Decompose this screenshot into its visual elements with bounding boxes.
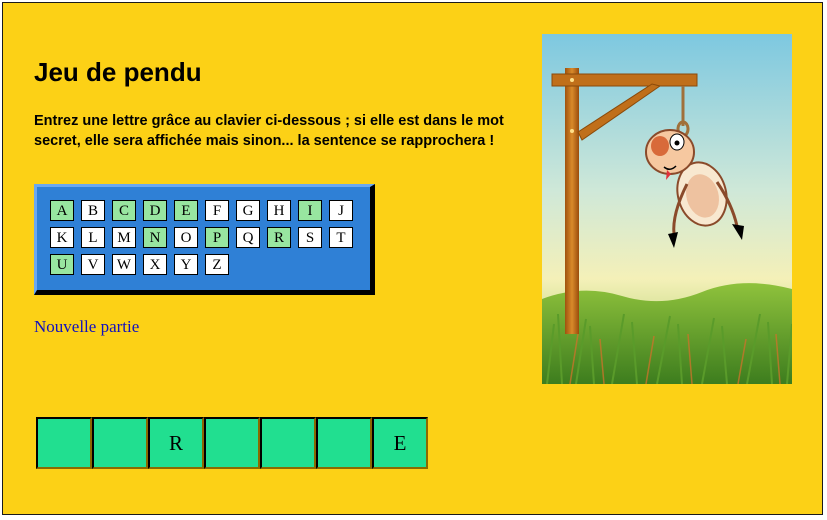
key-l[interactable]: L: [81, 227, 105, 248]
page-title: Jeu de pendu: [34, 57, 202, 87]
word-letter-slot: [316, 417, 372, 469]
gallows-scene-image: [542, 34, 792, 384]
word-letter-slot: [36, 417, 92, 469]
key-b[interactable]: B: [81, 200, 105, 221]
letter-keyboard: ABCDEFGHIJ KLMNOPQRST UVWXYZ: [34, 184, 375, 295]
key-e[interactable]: E: [174, 200, 198, 221]
key-h[interactable]: H: [267, 200, 291, 221]
key-g[interactable]: G: [236, 200, 260, 221]
key-z[interactable]: Z: [205, 254, 229, 275]
instructions-text: Entrez une lettre grâce au clavier ci-de…: [34, 113, 504, 149]
key-k[interactable]: K: [50, 227, 74, 248]
word-letter-slot: R: [148, 417, 204, 469]
key-c[interactable]: C: [112, 200, 136, 221]
key-p[interactable]: P: [205, 227, 229, 248]
key-j[interactable]: J: [329, 200, 353, 221]
hangman-illustration: [542, 34, 792, 384]
game-panel: Jeu de pendu Entrez une lettre grâce au …: [2, 2, 823, 515]
key-u[interactable]: U: [50, 254, 74, 275]
key-q[interactable]: Q: [236, 227, 260, 248]
key-t[interactable]: T: [329, 227, 353, 248]
key-s[interactable]: S: [298, 227, 322, 248]
key-a[interactable]: A: [50, 200, 74, 221]
key-x[interactable]: X: [143, 254, 167, 275]
new-game-link[interactable]: Nouvelle partie: [34, 317, 139, 337]
key-o[interactable]: O: [174, 227, 198, 248]
key-m[interactable]: M: [112, 227, 136, 248]
key-d[interactable]: D: [143, 200, 167, 221]
key-v[interactable]: V: [81, 254, 105, 275]
key-n[interactable]: N: [143, 227, 167, 248]
key-r[interactable]: R: [267, 227, 291, 248]
word-letter-slot: [204, 417, 260, 469]
word-letter-slot: E: [372, 417, 428, 469]
key-y[interactable]: Y: [174, 254, 198, 275]
key-f[interactable]: F: [205, 200, 229, 221]
secret-word: RE: [36, 417, 428, 469]
key-w[interactable]: W: [112, 254, 136, 275]
word-letter-slot: [260, 417, 316, 469]
key-i[interactable]: I: [298, 200, 322, 221]
word-letter-slot: [92, 417, 148, 469]
